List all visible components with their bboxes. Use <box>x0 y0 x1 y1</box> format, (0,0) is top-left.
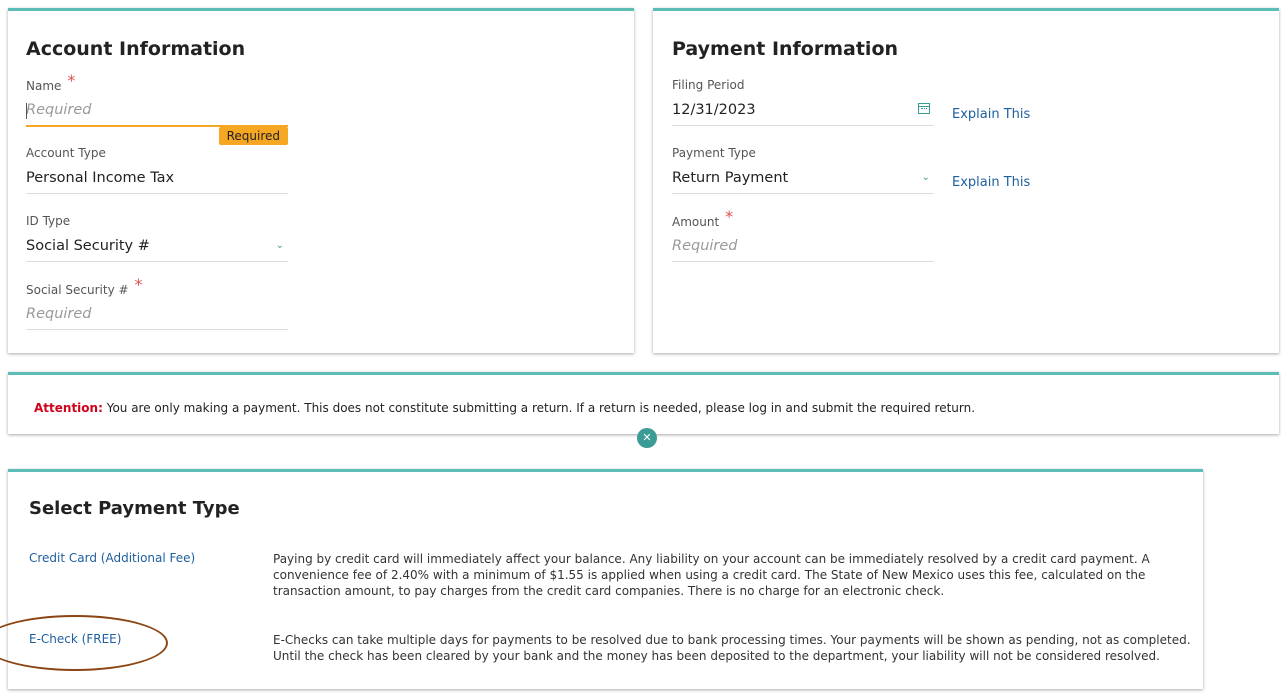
id-type-value: Social Security # <box>26 238 150 254</box>
name-required-badge: Required <box>218 127 288 145</box>
payment-information-title: Payment Information <box>672 38 899 60</box>
id-type-select[interactable]: Social Security # ⌄ <box>26 231 288 262</box>
text-cursor <box>26 103 27 119</box>
chevron-down-icon: ⌄ <box>921 172 930 183</box>
account-information-card: Account Information Name * Required Requi… <box>8 8 634 353</box>
credit-card-description: Paying by credit card will immediately a… <box>273 552 1150 598</box>
filing-period-label: Filing Period <box>672 78 745 92</box>
e-check-description: E-Checks can take multiple days for paym… <box>273 633 1191 663</box>
chevron-down-icon: ⌄ <box>275 240 284 251</box>
required-star-icon: * <box>134 275 143 294</box>
account-type-label: Account Type <box>26 146 106 160</box>
attention-label: Attention: <box>34 401 103 415</box>
calendar-icon[interactable] <box>918 103 930 114</box>
id-type-label: ID Type <box>26 214 71 228</box>
select-payment-type-card: Select Payment Type Credit Card (Additio… <box>8 469 1203 689</box>
account-information-title: Account Information <box>26 38 246 60</box>
credit-card-option-link[interactable]: Credit Card (Additional Fee) <box>29 551 195 565</box>
required-star-icon: * <box>67 71 76 90</box>
attention-banner: Attention: You are only making a payment… <box>8 372 1279 448</box>
ssn-field: Social Security # * Required <box>26 277 288 330</box>
name-label: Name <box>26 79 62 93</box>
required-star-icon: * <box>725 207 734 226</box>
ssn-input-placeholder: Required <box>26 306 92 322</box>
filing-period-explain-link[interactable]: Explain This <box>952 107 1030 122</box>
attention-text: You are only making a payment. This does… <box>102 401 976 415</box>
name-input-placeholder: Required <box>26 102 92 118</box>
filing-period-field: Filing Period 12/31/2023 <box>672 77 934 126</box>
ssn-input[interactable]: Required <box>26 299 288 330</box>
attention-message: Attention: You are only making a payment… <box>34 401 975 415</box>
filing-period-value: 12/31/2023 <box>672 102 756 118</box>
e-check-option-link[interactable]: E-Check (FREE) <box>29 632 121 646</box>
amount-input[interactable]: Required <box>672 231 934 262</box>
ssn-label: Social Security # <box>26 283 129 297</box>
amount-input-placeholder: Required <box>672 238 738 254</box>
payment-type-label: Payment Type <box>672 146 756 160</box>
account-type-field: Account Type Personal Income Tax <box>26 145 288 194</box>
amount-label: Amount <box>672 215 720 229</box>
collapse-toggle-icon[interactable]: ✕ <box>637 428 657 448</box>
payment-type-value: Return Payment <box>672 170 789 186</box>
select-payment-type-title: Select Payment Type <box>29 498 240 519</box>
name-input[interactable]: Required <box>26 95 288 127</box>
payment-type-select[interactable]: Return Payment ⌄ <box>672 163 934 194</box>
name-field: Name * Required Required <box>26 73 288 145</box>
id-type-field: ID Type Social Security # ⌄ <box>26 213 288 262</box>
account-type-value: Personal Income Tax <box>26 163 288 194</box>
filing-period-input[interactable]: 12/31/2023 <box>672 95 934 126</box>
payment-type-explain-link[interactable]: Explain This <box>952 175 1030 190</box>
payment-type-field: Payment Type Return Payment ⌄ <box>672 145 934 194</box>
amount-field: Amount * Required <box>672 209 934 262</box>
payment-information-card: Payment Information Filing Period 12/31/… <box>653 8 1279 353</box>
